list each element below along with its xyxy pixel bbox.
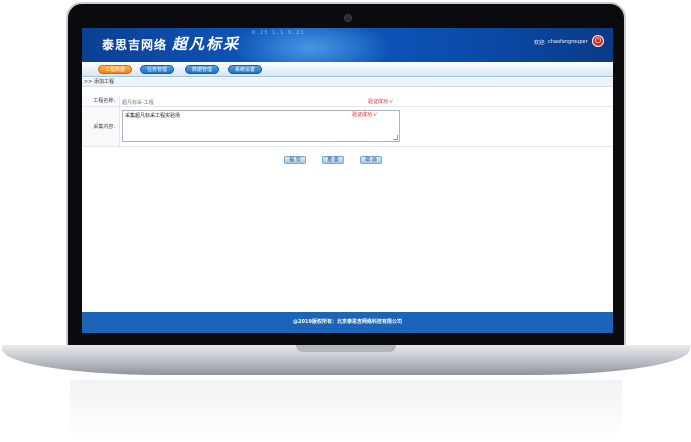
header-decor-digits: 0.23 1,1 0.23 xyxy=(252,30,305,36)
username: chaofangrouper xyxy=(548,39,588,45)
camera-icon xyxy=(344,14,352,22)
tab-system-settings[interactable]: 系统设置 xyxy=(228,65,262,74)
breadcrumb: >> 添加工程 xyxy=(82,78,613,87)
cancel-button[interactable]: 取 消 xyxy=(360,156,382,164)
project-name-field[interactable]: 超凡标采-工程 xyxy=(122,99,154,106)
laptop-notch xyxy=(296,345,396,352)
content-row: 采集内容: 采集超凡标采工程实验场 验证成功 √ xyxy=(82,107,613,147)
power-icon[interactable]: ⏻ xyxy=(592,35,604,47)
tab-project-data[interactable]: 工程数据 xyxy=(98,65,132,74)
project-name-label: 工程名称: xyxy=(82,96,120,106)
main-nav: 工程数据 任务管理 数据管理 系统设置 xyxy=(82,62,613,77)
content-text: 采集超凡标采工程实验场 xyxy=(125,113,181,119)
screen: 0.23 1,1 0.23 泰思吉网络 超凡标采 欢迎: chaofangrou… xyxy=(82,28,613,333)
site-header: 0.23 1,1 0.23 泰思吉网络 超凡标采 欢迎: chaofangrou… xyxy=(82,28,613,62)
reset-button[interactable]: 重 置 xyxy=(322,156,344,164)
content-valid: 验证成功 √ xyxy=(352,112,377,118)
brand-name: 泰思吉网络 xyxy=(102,38,168,52)
submit-button[interactable]: 提 交 xyxy=(284,156,306,164)
laptop-reflection xyxy=(70,380,622,440)
resize-grip-icon[interactable] xyxy=(393,135,398,140)
welcome-label: 欢迎: xyxy=(534,40,546,46)
project-name-row: 工程名称: 超凡标采-工程 验证成功 √ xyxy=(82,96,613,107)
content-label: 采集内容: xyxy=(82,107,120,146)
project-name-valid: 验证成功 √ xyxy=(368,99,393,105)
tab-task-management[interactable]: 任务管理 xyxy=(140,65,174,74)
tab-data-management[interactable]: 数据管理 xyxy=(185,65,219,74)
brand-script: 超凡标采 xyxy=(172,35,241,53)
footer-copyright: @2019版权所有：北京泰思吉网络科技有限公司 xyxy=(82,312,613,333)
